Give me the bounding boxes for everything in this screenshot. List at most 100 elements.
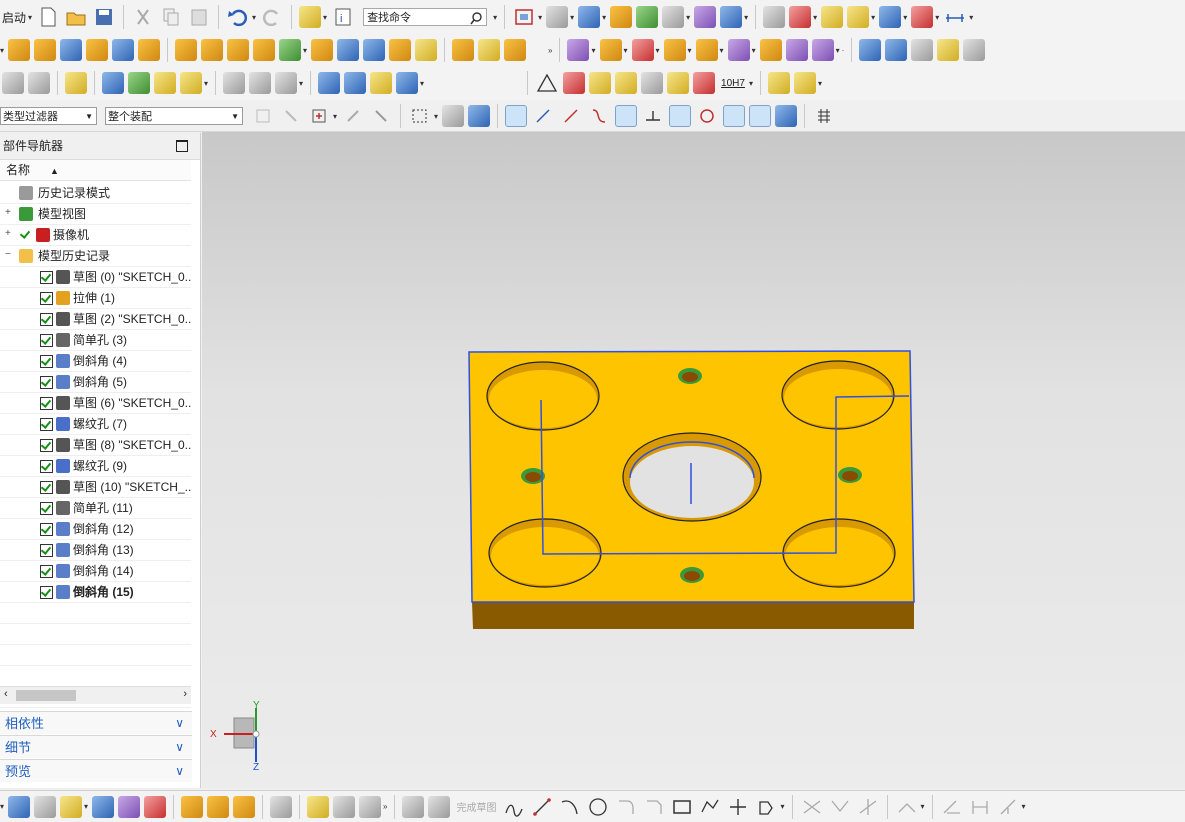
thicken-icon[interactable]: [389, 39, 412, 61]
offset-face-icon[interactable]: [363, 39, 386, 61]
threaded-hole[interactable]: [838, 467, 862, 483]
unite-icon[interactable]: [253, 39, 276, 61]
start-menu-button[interactable]: 启动: [0, 9, 28, 26]
sheet-metal-icon[interactable]: [223, 72, 246, 94]
tree-row[interactable]: 草图 (0) "SKETCH_0...: [0, 267, 191, 288]
threaded-hole[interactable]: [678, 368, 702, 384]
fit-view-icon[interactable]: [512, 5, 536, 29]
gear-icon[interactable]: [370, 72, 393, 94]
triangle-icon[interactable]: [535, 71, 559, 95]
dependencies-panel[interactable]: 相依性 ∨: [0, 711, 192, 734]
chevron-down-icon[interactable]: ▾: [252, 13, 256, 22]
relate-icon[interactable]: [811, 39, 834, 61]
shell-icon[interactable]: [415, 39, 438, 61]
sync-pull-face-icon[interactable]: [599, 39, 622, 61]
chevron-down-icon[interactable]: ▾: [688, 46, 692, 55]
tree-row[interactable]: 倒斜角 (4): [0, 351, 191, 372]
chevron-down-icon[interactable]: ▾: [921, 802, 925, 811]
trim-body-icon[interactable]: [311, 39, 334, 61]
exploded-view-icon[interactable]: [270, 795, 293, 818]
chevron-down-icon[interactable]: ▾: [0, 802, 4, 811]
chevron-down-icon[interactable]: ▾: [434, 112, 438, 121]
scrollbar-thumb[interactable]: [16, 690, 76, 701]
chevron-down-icon[interactable]: ▾: [602, 13, 606, 22]
tree-row[interactable]: + 模型视图: [0, 204, 191, 225]
replace-component-icon[interactable]: [233, 795, 256, 818]
surface-icon[interactable]: [859, 39, 882, 61]
mirror-feature-icon[interactable]: [201, 39, 224, 61]
visibility-checkbox[interactable]: [40, 313, 53, 326]
move-object-icon[interactable]: [102, 72, 124, 94]
chevron-down-icon[interactable]: ▾: [420, 79, 424, 88]
expand-icon[interactable]: +: [5, 208, 12, 218]
fit-tolerance-button[interactable]: 10H7: [721, 78, 745, 89]
measure-distance-icon[interactable]: [821, 6, 844, 28]
snap-end-point-icon[interactable]: [531, 104, 555, 128]
tree-row[interactable]: 草图 (10) "SKETCH_...: [0, 477, 191, 498]
chevron-down-icon[interactable]: ▾: [969, 13, 973, 22]
chevron-down-icon[interactable]: ▾: [493, 13, 497, 22]
visibility-checkbox[interactable]: [40, 292, 53, 305]
new-component-icon[interactable]: [34, 795, 57, 818]
chevron-down-icon[interactable]: ▾: [0, 46, 4, 55]
feature-select-icon[interactable]: [307, 104, 331, 128]
draft-icon[interactable]: [504, 39, 527, 61]
through-curves-icon[interactable]: [911, 39, 934, 61]
spring-icon[interactable]: [344, 72, 367, 94]
rapid-dimension-sketch-icon[interactable]: [968, 795, 992, 819]
hole-icon[interactable]: [60, 39, 83, 61]
clip-section-icon[interactable]: [720, 6, 743, 28]
visibility-checkbox[interactable]: [40, 376, 53, 389]
quick-trim-icon[interactable]: [800, 795, 824, 819]
command-search-input[interactable]: 查找命令: [363, 8, 488, 26]
touch-mode-icon[interactable]: [299, 6, 322, 28]
tree-row[interactable]: 螺纹孔 (7): [0, 414, 191, 435]
tree-row[interactable]: 拉伸 (1): [0, 288, 191, 309]
flange-icon[interactable]: [249, 72, 272, 94]
note-icon[interactable]: [641, 72, 664, 94]
command-finder-icon[interactable]: i: [331, 5, 355, 29]
motion-icon[interactable]: [879, 6, 902, 28]
chevron-down-icon[interactable]: ▾: [720, 46, 724, 55]
chevron-down-icon[interactable]: ▾: [836, 46, 840, 55]
split-body-icon[interactable]: [337, 39, 360, 61]
tree-row[interactable]: 草图 (6) "SKETCH_0...: [0, 393, 191, 414]
chevron-down-icon[interactable]: ▾: [935, 13, 939, 22]
chevron-down-icon[interactable]: ▾: [624, 46, 628, 55]
tree-row[interactable]: 简单孔 (11): [0, 498, 191, 519]
wcs-icon[interactable]: [789, 6, 812, 28]
visibility-checkbox[interactable]: [40, 418, 53, 431]
orient-view-icon[interactable]: [578, 6, 601, 28]
resize-blend-icon[interactable]: [759, 39, 782, 61]
paste-icon[interactable]: [187, 5, 211, 29]
move-component-icon[interactable]: [118, 795, 141, 818]
general-select-icon[interactable]: [279, 104, 303, 128]
visibility-checkbox[interactable]: [40, 544, 53, 557]
visibility-checkbox[interactable]: [40, 460, 53, 473]
snap-existing-point-icon[interactable]: [723, 105, 746, 127]
make-corner-icon[interactable]: [856, 795, 880, 819]
counterbore-hole[interactable]: [488, 518, 602, 588]
chevron-down-icon[interactable]: ▾: [686, 13, 690, 22]
layer-settings-icon[interactable]: [610, 6, 633, 28]
chamfer-sketch-icon[interactable]: [642, 795, 666, 819]
chevron-down-icon[interactable]: ▾: [299, 79, 303, 88]
chevron-down-icon[interactable]: ▾: [813, 13, 817, 22]
tree-row[interactable]: 螺纹孔 (9): [0, 456, 191, 477]
tree-row[interactable]: − 模型历史记录: [0, 246, 191, 267]
chevron-down-icon[interactable]: ▾: [84, 802, 88, 811]
tree-row[interactable]: 历史记录模式: [0, 183, 191, 204]
spreadsheet-icon[interactable]: [28, 72, 50, 94]
tree-row[interactable]: 草图 (8) "SKETCH_0...: [0, 435, 191, 456]
visibility-checkbox[interactable]: [40, 355, 53, 368]
counterbore-hole[interactable]: [486, 361, 600, 431]
maximize-icon[interactable]: [176, 140, 188, 152]
chain-link-icon[interactable]: [307, 795, 330, 818]
balloon-icon[interactable]: [615, 72, 638, 94]
transform-icon[interactable]: [128, 72, 150, 94]
sync-move-face-icon[interactable]: [567, 39, 590, 61]
rectangle-select-icon[interactable]: [408, 104, 432, 128]
tree-row[interactable]: 倒斜角 (15): [0, 582, 191, 603]
mirror-assembly-icon[interactable]: [144, 795, 167, 818]
open-folder-icon[interactable]: [64, 5, 88, 29]
